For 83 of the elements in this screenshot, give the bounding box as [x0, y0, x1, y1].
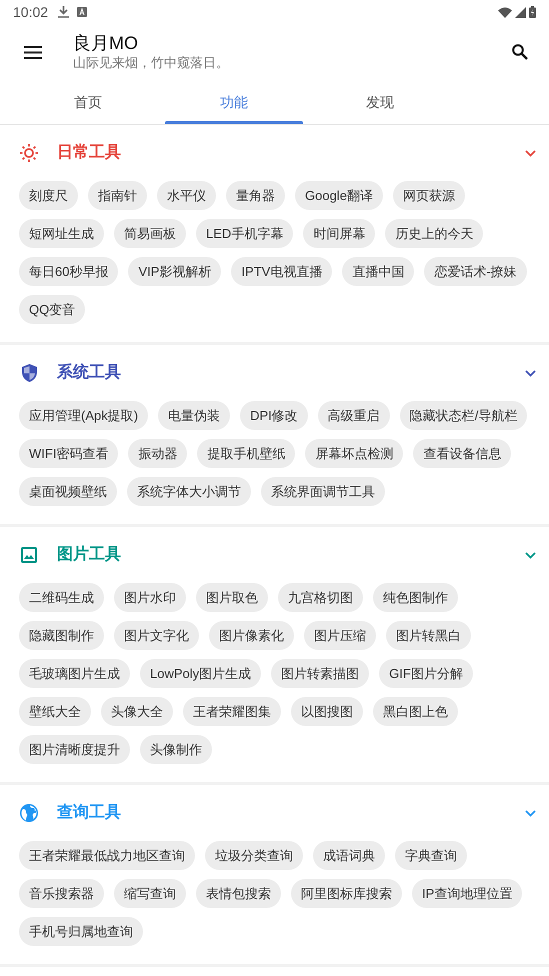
tool-chip[interactable]: 壁纸大全: [19, 697, 91, 726]
section-title: 系统工具: [57, 362, 121, 383]
search-icon: [512, 44, 528, 60]
tool-chip[interactable]: 纯色图制作: [373, 583, 458, 612]
tool-chip[interactable]: 简易画板: [114, 219, 186, 248]
tool-chip[interactable]: 量角器: [226, 181, 285, 210]
tool-chip[interactable]: 垃圾分类查询: [205, 841, 303, 870]
app-subtitle: 山际见来烟，竹中窥落日。: [73, 54, 229, 72]
app-title: 良月MO: [73, 32, 139, 54]
tool-chip[interactable]: Google翻译: [295, 181, 383, 210]
tool-chip[interactable]: 直播中国: [342, 257, 414, 286]
chevron-down-icon: [524, 370, 536, 376]
tool-chip[interactable]: 图片像素化: [209, 621, 294, 650]
menu-icon: [24, 46, 42, 58]
tool-chip[interactable]: 指南针: [88, 181, 147, 210]
tool-chip[interactable]: 王者荣耀最低战力地区查询: [19, 841, 195, 870]
tool-chip[interactable]: 音乐搜索器: [19, 879, 104, 908]
tool-chip[interactable]: 恋爱话术-撩妹: [424, 257, 527, 286]
tool-chip[interactable]: 头像制作: [140, 735, 212, 764]
tool-chip[interactable]: 黑白图上色: [373, 697, 458, 726]
tool-chip[interactable]: 图片取色: [196, 583, 268, 612]
section-title: 图片工具: [57, 544, 121, 565]
tool-chip[interactable]: 隐藏状态栏/导航栏: [400, 401, 528, 430]
tool-chip[interactable]: GIF图片分解: [379, 659, 473, 688]
tool-chip[interactable]: 系统字体大小调节: [127, 477, 251, 506]
tool-chip[interactable]: 缩写查询: [114, 879, 186, 908]
notification-icon: [77, 7, 88, 17]
tool-chip[interactable]: 成语词典: [313, 841, 385, 870]
wifi-icon: [498, 6, 512, 18]
tool-chip[interactable]: 水平仪: [157, 181, 216, 210]
tool-chip[interactable]: 表情包搜索: [196, 879, 281, 908]
tool-chip[interactable]: 桌面视频壁纸: [19, 477, 117, 506]
tool-chip[interactable]: 提取手机壁纸: [197, 439, 296, 468]
tool-chip[interactable]: 高级重启: [318, 401, 390, 430]
tool-chip[interactable]: VIP影视解析: [128, 257, 222, 286]
tool-chip[interactable]: 字典查询: [395, 841, 467, 870]
battery-icon: [529, 6, 536, 18]
tool-chip[interactable]: 王者荣耀图集: [183, 697, 281, 726]
tool-chip[interactable]: QQ变音: [19, 295, 86, 324]
tool-chip[interactable]: IPTV电视直播: [231, 257, 332, 286]
tool-chip[interactable]: 手机号归属地查询: [19, 917, 143, 946]
tool-chip[interactable]: LowPoly图片生成: [140, 659, 262, 688]
tool-chip[interactable]: 振动器: [128, 439, 188, 468]
tool-chip[interactable]: 网页获源: [392, 181, 465, 210]
chevron-down-icon: [524, 552, 536, 558]
tool-chip[interactable]: 应用管理(Apk提取): [19, 401, 148, 430]
tool-chip[interactable]: 短网址生成: [19, 219, 104, 248]
tool-chip[interactable]: 九宫格切图: [278, 583, 363, 612]
tool-chip[interactable]: 历史上的今天: [385, 219, 484, 248]
tool-chip[interactable]: WIFI密码查看: [19, 439, 118, 468]
tool-chip[interactable]: 系统界面调节工具: [261, 477, 385, 506]
tool-chip[interactable]: 图片转黑白: [386, 621, 471, 650]
tab[interactable]: 发现: [307, 80, 453, 124]
tool-chip[interactable]: 隐藏图制作: [19, 621, 104, 650]
tool-chip[interactable]: 图片压缩: [304, 621, 376, 650]
tool-chip[interactable]: 以图搜图: [291, 697, 363, 726]
tool-chip[interactable]: 屏幕坏点检测: [305, 439, 404, 468]
tool-chip[interactable]: 阿里图标库搜索: [291, 879, 402, 908]
tool-chip[interactable]: 图片清晰度提升: [19, 735, 130, 764]
download-icon: [58, 6, 70, 18]
tool-chip[interactable]: LED手机字幕: [196, 219, 294, 248]
section-title: 日常工具: [57, 142, 121, 163]
signal-icon: [515, 6, 526, 18]
tool-chip[interactable]: IP查询地理位置: [412, 879, 522, 908]
tool-chip[interactable]: DPI修改: [240, 401, 308, 430]
chevron-down-icon: [524, 150, 536, 156]
section-title: 查询工具: [57, 802, 121, 823]
tool-chip[interactable]: 电量伪装: [158, 401, 230, 430]
tool-chip[interactable]: 查看设备信息: [413, 439, 512, 468]
search-button[interactable]: [510, 42, 530, 62]
tab[interactable]: 功能: [161, 80, 307, 124]
tool-chip[interactable]: 图片文字化: [114, 621, 199, 650]
tool-chip[interactable]: 时间屏幕: [303, 219, 376, 248]
tool-chip[interactable]: 图片转素描图: [271, 659, 370, 688]
tool-chip[interactable]: 刻度尺: [19, 181, 78, 210]
tool-chip[interactable]: 毛玻璃图片生成: [19, 659, 130, 688]
tool-chip[interactable]: 二维码生成: [19, 583, 104, 612]
chevron-down-icon: [524, 810, 536, 816]
tool-chip[interactable]: 图片水印: [114, 583, 186, 612]
tool-chip[interactable]: 每日60秒早报: [19, 257, 118, 286]
status-time: 10:02: [13, 2, 48, 22]
tab[interactable]: 首页: [15, 80, 161, 124]
tool-chip[interactable]: 头像大全: [101, 697, 173, 726]
